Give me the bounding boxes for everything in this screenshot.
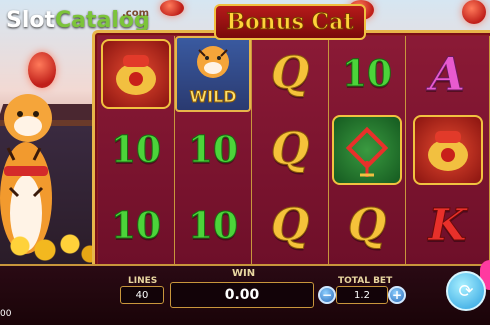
reel-1: 10 10 (98, 36, 176, 264)
symbol-q-text: Q (347, 200, 387, 251)
symbol-10: 10 (178, 191, 248, 261)
symbol-k-text: K (428, 200, 467, 251)
symbol-q: Q (255, 39, 325, 109)
logo-com-text: .com (122, 8, 150, 19)
total-bet-value: 1.2 (354, 289, 370, 301)
game-title: Bonus Cat (226, 9, 354, 36)
symbol-10: 10 (101, 191, 171, 261)
symbol-q: Q (255, 115, 325, 185)
lucky-bag-icon (412, 115, 483, 185)
lucky-bag-icon (101, 39, 171, 109)
symbol-k: K (413, 191, 483, 261)
symbol-q: Q (255, 191, 325, 261)
minus-icon: − (321, 288, 333, 302)
symbol-wild: WILD (175, 36, 252, 112)
symbol-a-text: A (429, 47, 466, 101)
symbol-10-text: 10 (341, 53, 393, 95)
symbol-lucky-bag (412, 115, 483, 185)
win-value: 0.00 (224, 287, 260, 303)
symbol-10: 10 (332, 39, 402, 109)
lantern-icon (160, 0, 184, 16)
lantern-icon (462, 0, 486, 24)
total-bet-label: TOTAL BET (338, 276, 393, 286)
win-value-box: 0.00 (170, 282, 314, 308)
lines-value-box[interactable]: 40 (120, 286, 164, 304)
symbol-10: 10 (178, 115, 248, 185)
plus-icon: + (391, 288, 403, 302)
reel-grid: 10 10 WILD 10 10 Q Q Q 10 Q A K (98, 36, 490, 264)
symbol-10-text: 10 (110, 129, 162, 171)
reel-2: WILD 10 10 (175, 36, 253, 264)
symbol-q-text: Q (270, 200, 310, 251)
symbol-10-text: 10 (187, 129, 239, 171)
bet-increase-button[interactable]: + (388, 286, 406, 304)
balance-partial: 00 (0, 309, 12, 319)
reel-3: Q Q Q (252, 36, 330, 264)
reel-5: A K (406, 36, 490, 264)
reel-4: 10 Q (329, 36, 407, 264)
symbol-10-text: 10 (187, 205, 239, 247)
logo-slot-text: Slot (6, 8, 56, 33)
symbol-chinese-knot (332, 115, 403, 185)
symbol-10: 10 (101, 115, 171, 185)
symbol-q-text: Q (270, 48, 310, 99)
symbol-q: Q (332, 191, 402, 261)
symbol-10-text: 10 (110, 205, 162, 247)
symbol-q-text: Q (270, 124, 310, 175)
gold-coins-pile (0, 226, 100, 266)
chinese-knot-icon (332, 115, 403, 185)
refresh-icon: ⟳ (458, 280, 474, 302)
win-label: WIN (232, 268, 256, 279)
symbol-a: A (413, 39, 483, 109)
symbol-lucky-bag (101, 39, 171, 109)
lines-value: 40 (135, 289, 149, 301)
total-bet-value-box: 1.2 (336, 286, 388, 304)
bet-decrease-button[interactable]: − (318, 286, 336, 304)
game-title-banner: Bonus Cat (214, 4, 366, 40)
wild-label: WILD (189, 87, 237, 107)
lines-label: LINES (128, 276, 158, 286)
lantern-icon (28, 52, 56, 88)
tiger-icon: WILD (175, 36, 252, 112)
spin-button[interactable]: ⟳ (446, 271, 486, 311)
